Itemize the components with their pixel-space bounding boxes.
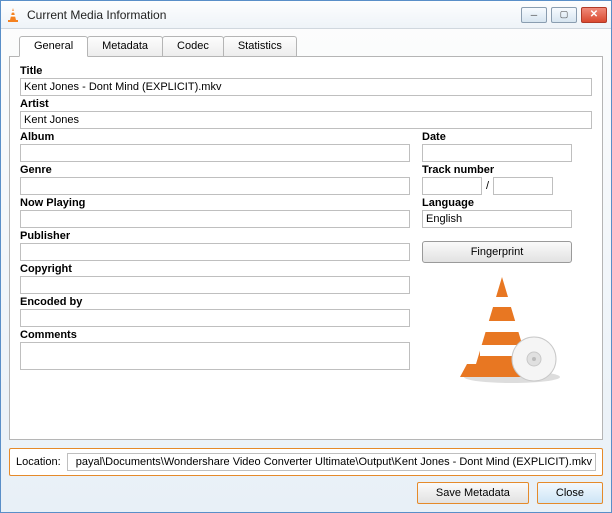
tab-general[interactable]: General <box>19 36 88 57</box>
copyright-label: Copyright <box>20 263 410 275</box>
maximize-button[interactable]: ▢ <box>551 7 577 23</box>
bottom-area: Location: Save Metadata Close <box>1 448 611 512</box>
track-separator: / <box>486 180 489 192</box>
album-label: Album <box>20 131 410 143</box>
comments-label: Comments <box>20 329 410 341</box>
save-metadata-button[interactable]: Save Metadata <box>417 482 529 504</box>
location-input[interactable] <box>67 453 596 471</box>
close-window-button[interactable]: ✕ <box>581 7 607 23</box>
publisher-label: Publisher <box>20 230 410 242</box>
media-info-window: Current Media Information ─ ▢ ✕ General … <box>0 0 612 513</box>
language-input[interactable] <box>422 210 572 228</box>
fingerprint-button[interactable]: Fingerprint <box>422 241 572 263</box>
content-area: General Metadata Codec Statistics Title … <box>1 29 611 448</box>
title-bar: Current Media Information ─ ▢ ✕ <box>1 1 611 29</box>
tab-statistics[interactable]: Statistics <box>223 36 297 57</box>
album-art <box>452 269 572 384</box>
window-title: Current Media Information <box>27 8 521 22</box>
tab-panel-general: Title Artist Album Date Genre <box>9 56 603 440</box>
title-input[interactable] <box>20 78 592 96</box>
encoded-by-label: Encoded by <box>20 296 410 308</box>
location-label: Location: <box>16 456 61 468</box>
language-label: Language <box>422 197 572 209</box>
date-input[interactable] <box>422 144 572 162</box>
genre-label: Genre <box>20 164 410 176</box>
window-controls: ─ ▢ ✕ <box>521 7 607 23</box>
now-playing-label: Now Playing <box>20 197 410 209</box>
tab-codec[interactable]: Codec <box>162 36 224 57</box>
track-number-input-b[interactable] <box>493 177 553 195</box>
encoded-by-input[interactable] <box>20 309 410 327</box>
publisher-input[interactable] <box>20 243 410 261</box>
track-number-label: Track number <box>422 164 572 176</box>
location-box: Location: <box>9 448 603 476</box>
album-input[interactable] <box>20 144 410 162</box>
close-button[interactable]: Close <box>537 482 603 504</box>
title-label: Title <box>20 65 592 77</box>
comments-input[interactable] <box>20 342 410 370</box>
tab-metadata[interactable]: Metadata <box>87 36 163 57</box>
track-number-input-a[interactable] <box>422 177 482 195</box>
tab-bar: General Metadata Codec Statistics <box>19 35 603 56</box>
date-label: Date <box>422 131 572 143</box>
artist-input[interactable] <box>20 111 592 129</box>
minimize-button[interactable]: ─ <box>521 7 547 23</box>
now-playing-input[interactable] <box>20 210 410 228</box>
vlc-cone-icon <box>5 7 21 23</box>
artist-label: Artist <box>20 98 592 110</box>
bottom-buttons: Save Metadata Close <box>9 482 603 504</box>
copyright-input[interactable] <box>20 276 410 294</box>
genre-input[interactable] <box>20 177 410 195</box>
